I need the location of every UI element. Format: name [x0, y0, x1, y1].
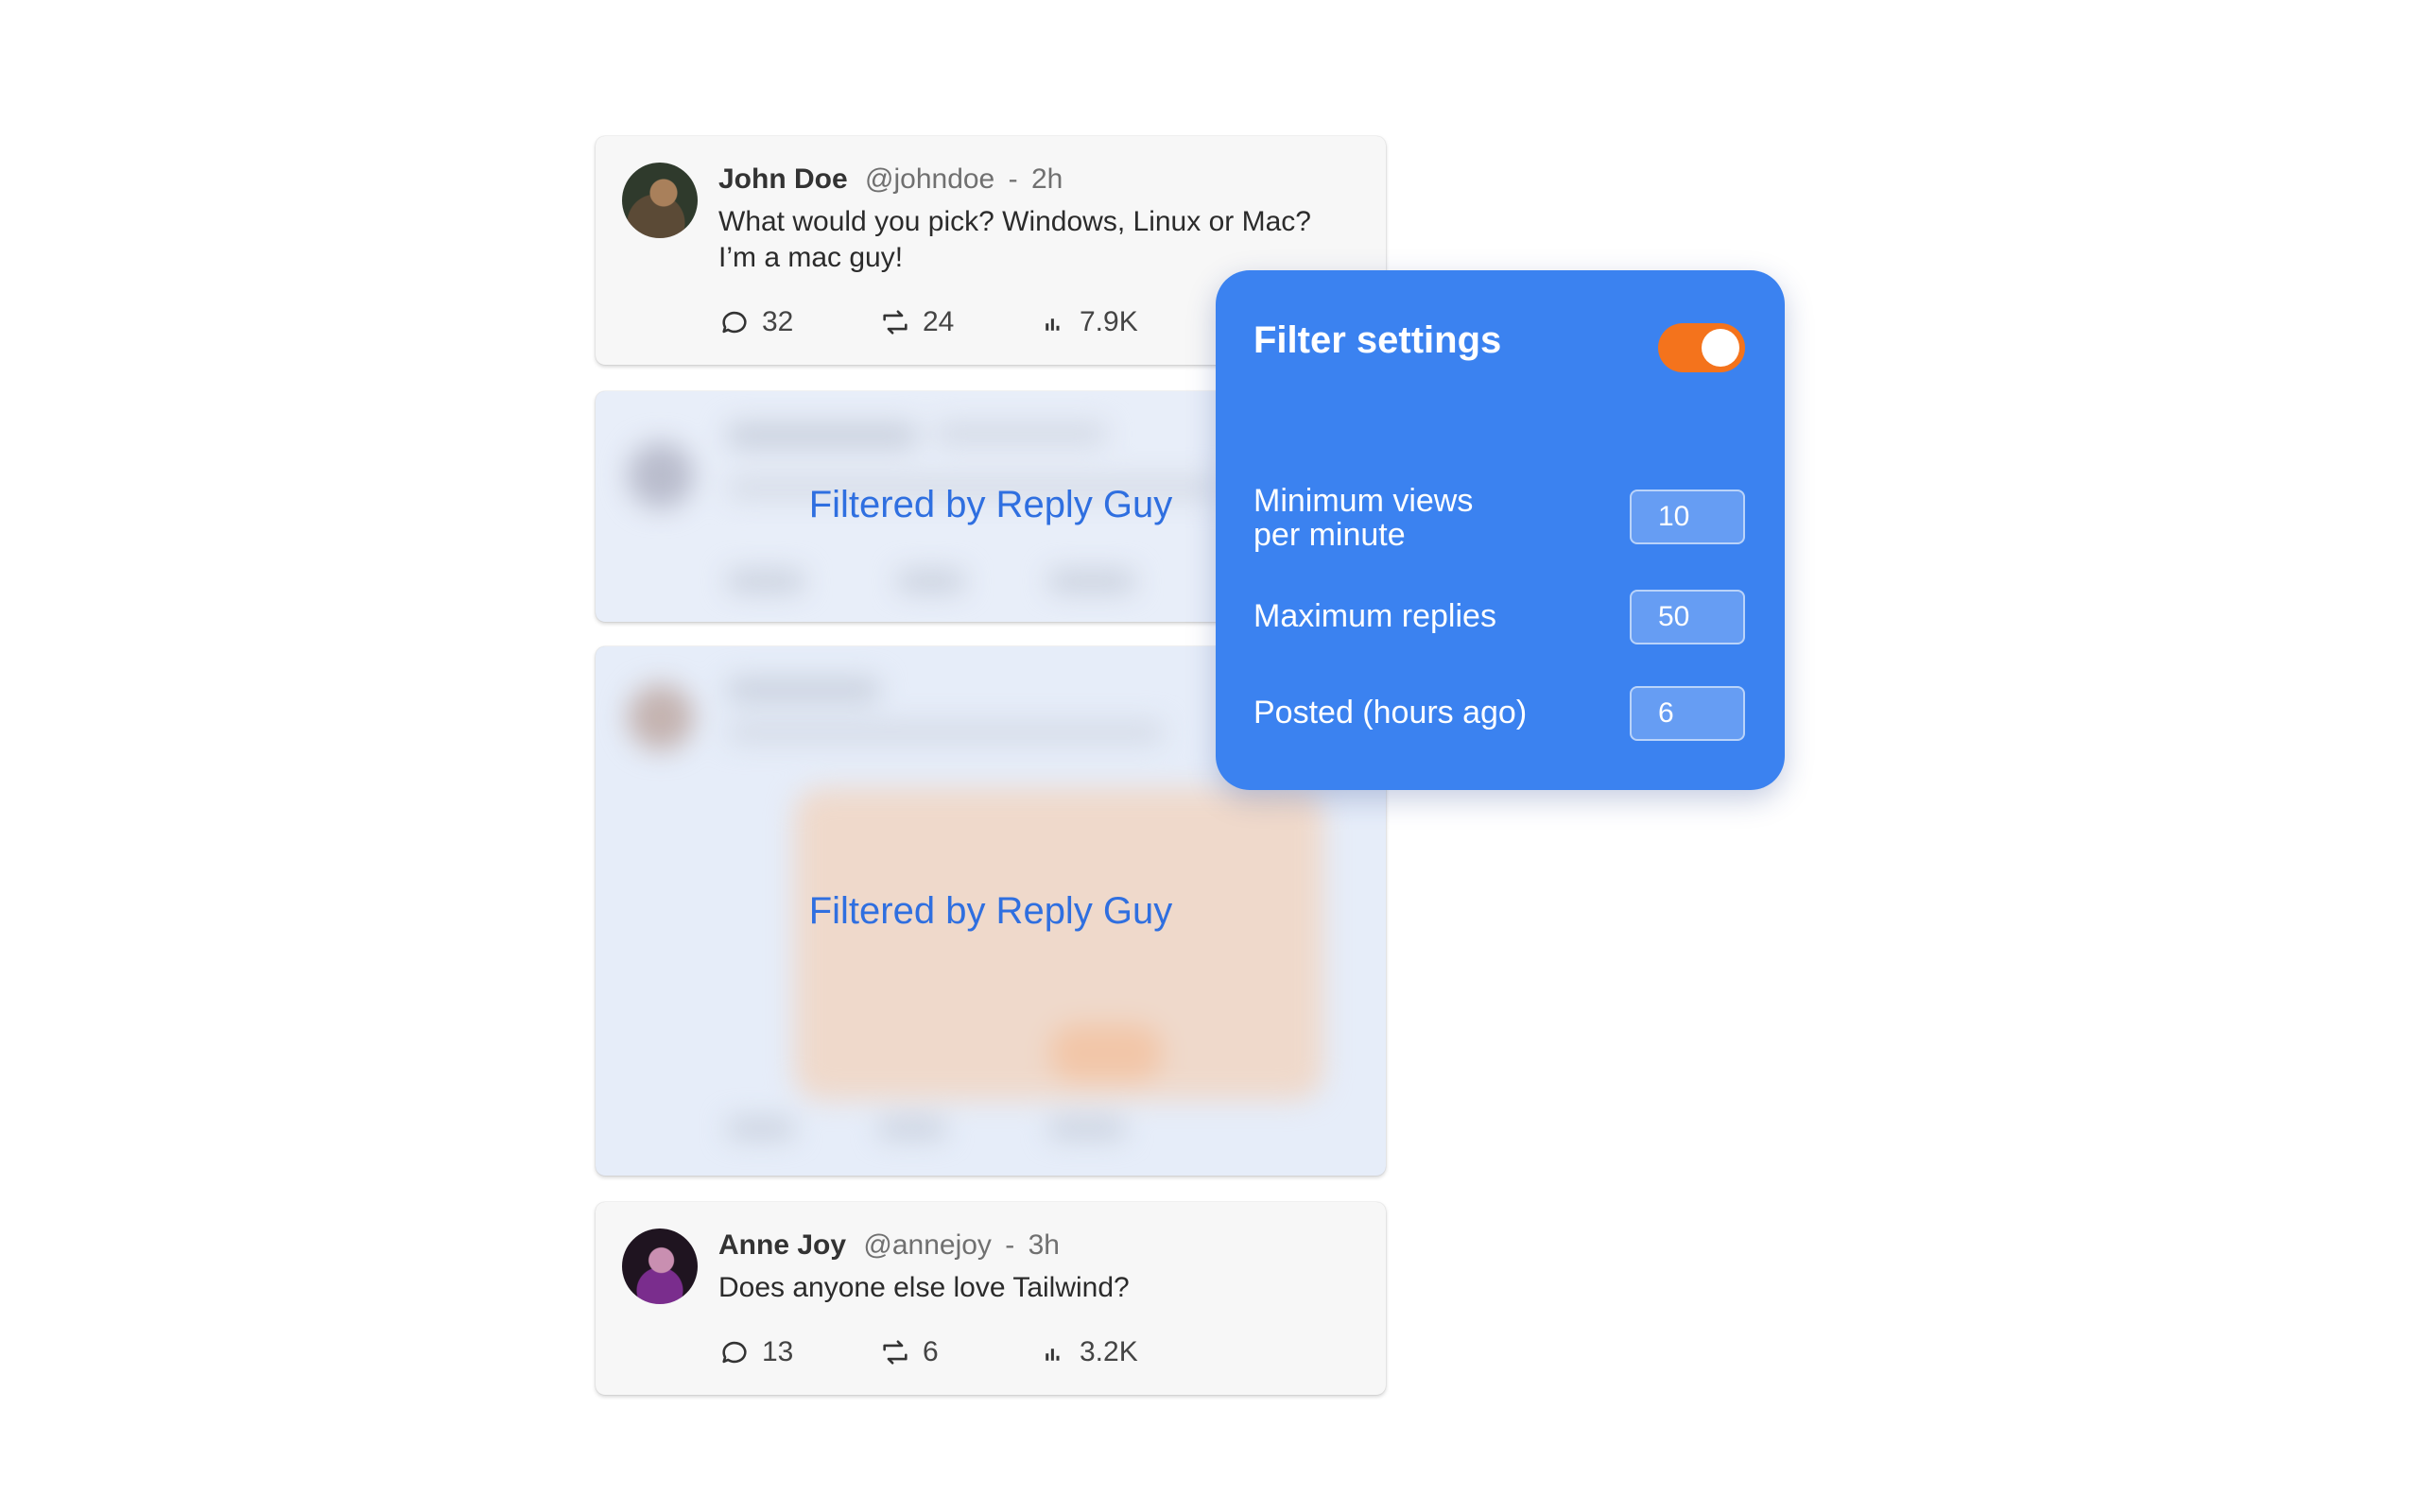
reply-icon: [722, 1341, 747, 1364]
post-time: 3h: [1028, 1229, 1060, 1261]
min-views-label-line: Minimum views: [1253, 483, 1474, 519]
tweet-text-line: Does anyone else love Tailwind?: [718, 1272, 1130, 1303]
tweet-text: Does anyone else love Tailwind?: [718, 1270, 1361, 1306]
avatar[interactable]: [622, 163, 698, 238]
tweet-stats: 13 6 3.2K: [718, 1336, 1201, 1368]
avatar[interactable]: [622, 1228, 698, 1304]
retweet-button[interactable]: 24: [879, 306, 1040, 338]
view-count: 3.2K: [1080, 1336, 1138, 1367]
filter-toggle[interactable]: [1658, 323, 1745, 372]
tweet-text: What would you pick? Windows, Linux or M…: [718, 204, 1361, 276]
views-icon: [1046, 318, 1060, 331]
retweet-count: 6: [923, 1336, 939, 1367]
posted-hours-input[interactable]: [1630, 686, 1745, 741]
tweet-text-line: What would you pick? Windows, Linux or M…: [718, 206, 1311, 237]
tweet-meta: Anne Joy @annejoy - 3h: [718, 1228, 1060, 1263]
min-views-label: Minimum views per minute: [1253, 484, 1473, 552]
tweet-stats: 32 24 7.9K: [718, 306, 1201, 338]
reply-button[interactable]: 13: [718, 1336, 879, 1368]
meta-separator: -: [1005, 1229, 1015, 1261]
max-replies-input[interactable]: [1630, 590, 1745, 644]
author-handle[interactable]: @johndoe: [865, 163, 994, 195]
reply-count: 32: [762, 306, 794, 337]
panel-title: Filter settings: [1253, 319, 1502, 361]
reply-button[interactable]: 32: [718, 306, 879, 338]
view-count: 7.9K: [1080, 306, 1138, 337]
retweet-icon: [883, 1340, 908, 1365]
filtered-label: Filtered by Reply Guy: [808, 890, 1173, 932]
stage: John Doe @johndoe - 2h What would you pi…: [0, 0, 2420, 1512]
reply-icon: [722, 311, 747, 334]
posted-hours-label: Posted (hours ago): [1253, 695, 1528, 730]
tweet-meta: John Doe @johndoe - 2h: [718, 163, 1063, 197]
retweet-icon: [883, 310, 908, 335]
reply-count: 13: [762, 1336, 794, 1367]
filter-settings-panel: Filter settings Minimum views per minute…: [1216, 270, 1785, 790]
toggle-knob: [1702, 329, 1739, 367]
retweet-button[interactable]: 6: [879, 1336, 1040, 1368]
tweet-card[interactable]: Anne Joy @annejoy - 3h Does anyone else …: [596, 1202, 1386, 1395]
author-handle[interactable]: @annejoy: [863, 1229, 992, 1261]
meta-separator: -: [1008, 163, 1018, 195]
max-replies-label: Maximum replies: [1253, 598, 1496, 634]
min-views-input[interactable]: [1630, 490, 1745, 544]
views-icon: [1046, 1349, 1060, 1361]
min-views-label-line: per minute: [1253, 517, 1406, 553]
post-time: 2h: [1030, 163, 1063, 195]
author-name[interactable]: John Doe: [718, 163, 848, 195]
views-button[interactable]: 7.9K: [1040, 306, 1201, 338]
views-button[interactable]: 3.2K: [1040, 1336, 1201, 1368]
retweet-count: 24: [923, 306, 955, 337]
author-name[interactable]: Anne Joy: [718, 1229, 846, 1261]
